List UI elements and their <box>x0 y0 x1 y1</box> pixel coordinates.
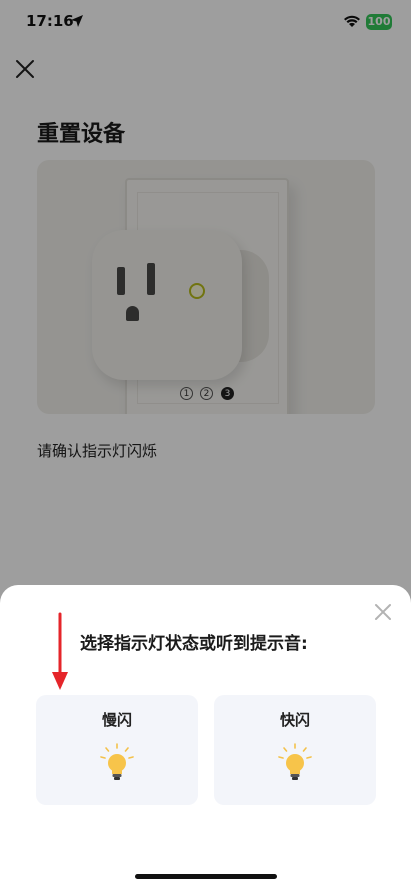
close-sheet-icon[interactable] <box>373 602 393 622</box>
slow-blink-option[interactable]: 慢闪 <box>36 695 198 805</box>
sheet-title: 选择指示灯状态或听到提示音: <box>80 634 308 654</box>
bulb-icon <box>100 743 134 780</box>
fast-blink-label: 快闪 <box>279 711 310 729</box>
home-indicator <box>135 874 277 879</box>
slow-blink-label: 慢闪 <box>101 711 132 729</box>
fast-blink-option[interactable]: 快闪 <box>214 695 376 805</box>
bulb-icon <box>278 743 312 780</box>
red-arrow-annotation <box>52 612 68 690</box>
